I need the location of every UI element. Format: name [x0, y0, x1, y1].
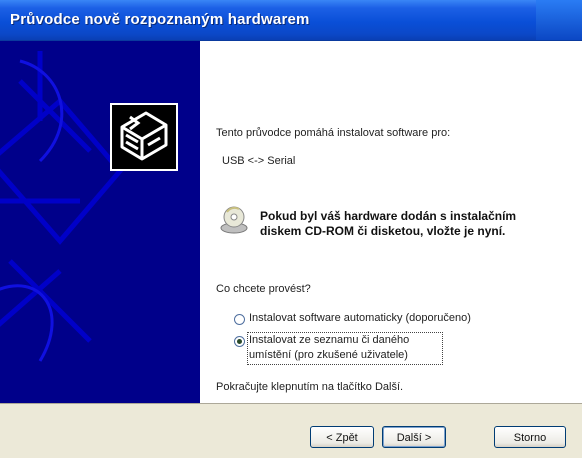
radio-selected-dot: [237, 339, 242, 344]
question-label: Co chcete provést?: [216, 283, 311, 295]
cancel-button[interactable]: Storno: [494, 426, 566, 448]
banner-pattern: [0, 51, 124, 362]
title-bar[interactable]: Průvodce nově rozpoznaným hardwarem: [0, 0, 582, 41]
footer-hint: Pokračujte klepnutím na tlačítko Další.: [216, 381, 404, 393]
radio-install-list[interactable]: [234, 336, 245, 347]
wizard-banner: [0, 41, 200, 403]
title-bar-accent: [536, 0, 582, 40]
device-name: USB <-> Serial: [222, 155, 296, 167]
intro-text: Tento průvodce pomáhá instalovat softwar…: [216, 127, 451, 139]
radio-install-auto[interactable]: [234, 314, 245, 325]
radio-install-auto-label[interactable]: Instalovat software automaticky (doporuč…: [249, 312, 471, 324]
hardware-install-icon: [110, 103, 178, 171]
wizard-content: Tento průvodce pomáhá instalovat softwar…: [200, 41, 582, 403]
window-title: Průvodce nově rozpoznaným hardwarem: [10, 11, 310, 28]
next-button[interactable]: Další >: [382, 426, 446, 448]
cd-rom-icon: [219, 204, 249, 234]
wizard-window: Průvodce nově rozpoznaným hardwarem Tent…: [0, 0, 582, 458]
button-bar: < Zpět Další > Storno: [0, 403, 582, 458]
cd-prompt-line2: diskem CD-ROM či disketou, vložte je nyn…: [260, 224, 506, 238]
radio-install-list-label-line2[interactable]: umístění (pro zkušené uživatele): [249, 349, 408, 361]
radio-install-list-label-line1[interactable]: Instalovat ze seznamu či daného: [249, 334, 409, 346]
back-button[interactable]: < Zpět: [310, 426, 374, 448]
cd-prompt-line1: Pokud byl váš hardware dodán s instalačn…: [260, 209, 517, 223]
